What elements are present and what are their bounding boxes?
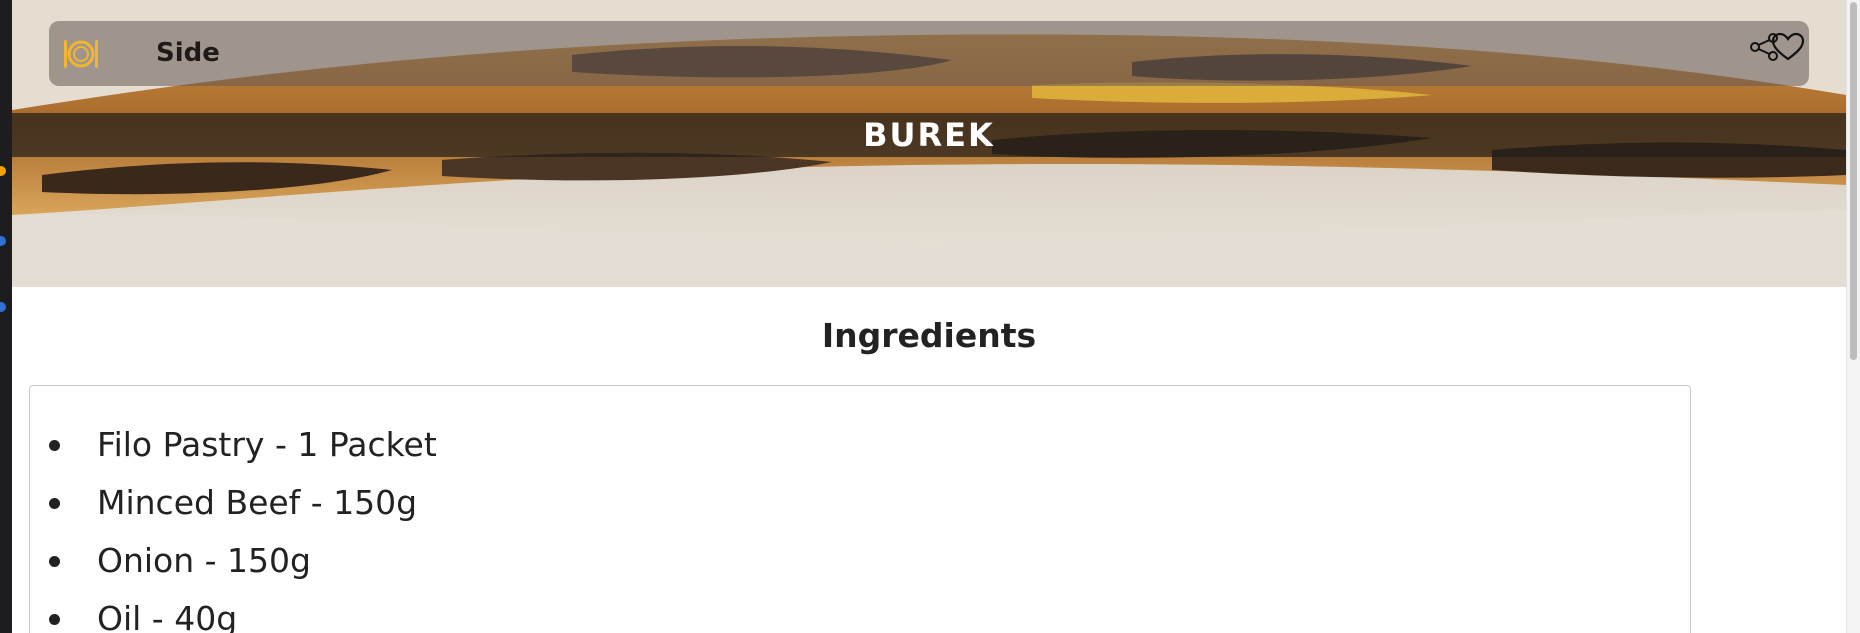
ingredients-heading: Ingredients <box>821 316 1037 355</box>
bullet-icon <box>49 614 60 625</box>
dock-indicator <box>0 302 6 312</box>
recipe-top-bar: Side <box>49 21 1809 86</box>
ingredient-item: Oil - 40g <box>30 590 1690 633</box>
desktop-edge <box>0 0 12 633</box>
ingredients-box: Filo Pastry - 1 Packet Minced Beef - 150… <box>29 385 1691 633</box>
ingredient-item: Onion - 150g <box>30 532 1690 590</box>
bullet-icon <box>49 440 60 451</box>
ingredient-text: Filo Pastry - 1 Packet <box>97 425 437 464</box>
dock-indicator <box>0 166 6 176</box>
ingredients-list: Filo Pastry - 1 Packet Minced Beef - 150… <box>30 416 1690 633</box>
dock-indicator <box>0 236 6 246</box>
recipe-page: Side BUREK Ingredients Filo Pastry - 1 P… <box>12 0 1846 633</box>
recipe-title-band: BUREK <box>12 113 1846 157</box>
ingredient-text: Onion - 150g <box>97 541 311 580</box>
recipe-category-label: Side <box>156 38 220 68</box>
plate-cutlery-icon <box>64 40 98 68</box>
ingredient-item: Filo Pastry - 1 Packet <box>30 416 1690 474</box>
ingredient-item: Minced Beef - 150g <box>30 474 1690 532</box>
recipe-title: BUREK <box>863 116 995 154</box>
page-scrollbar[interactable] <box>1846 0 1860 633</box>
ingredient-text: Minced Beef - 150g <box>97 483 418 522</box>
recipe-hero-image: Side BUREK <box>12 0 1846 287</box>
heart-icon[interactable] <box>1771 32 1805 62</box>
ingredient-text: Oil - 40g <box>97 599 238 633</box>
bullet-icon <box>49 498 60 509</box>
scrollbar-thumb[interactable] <box>1850 2 1857 360</box>
bullet-icon <box>49 556 60 567</box>
